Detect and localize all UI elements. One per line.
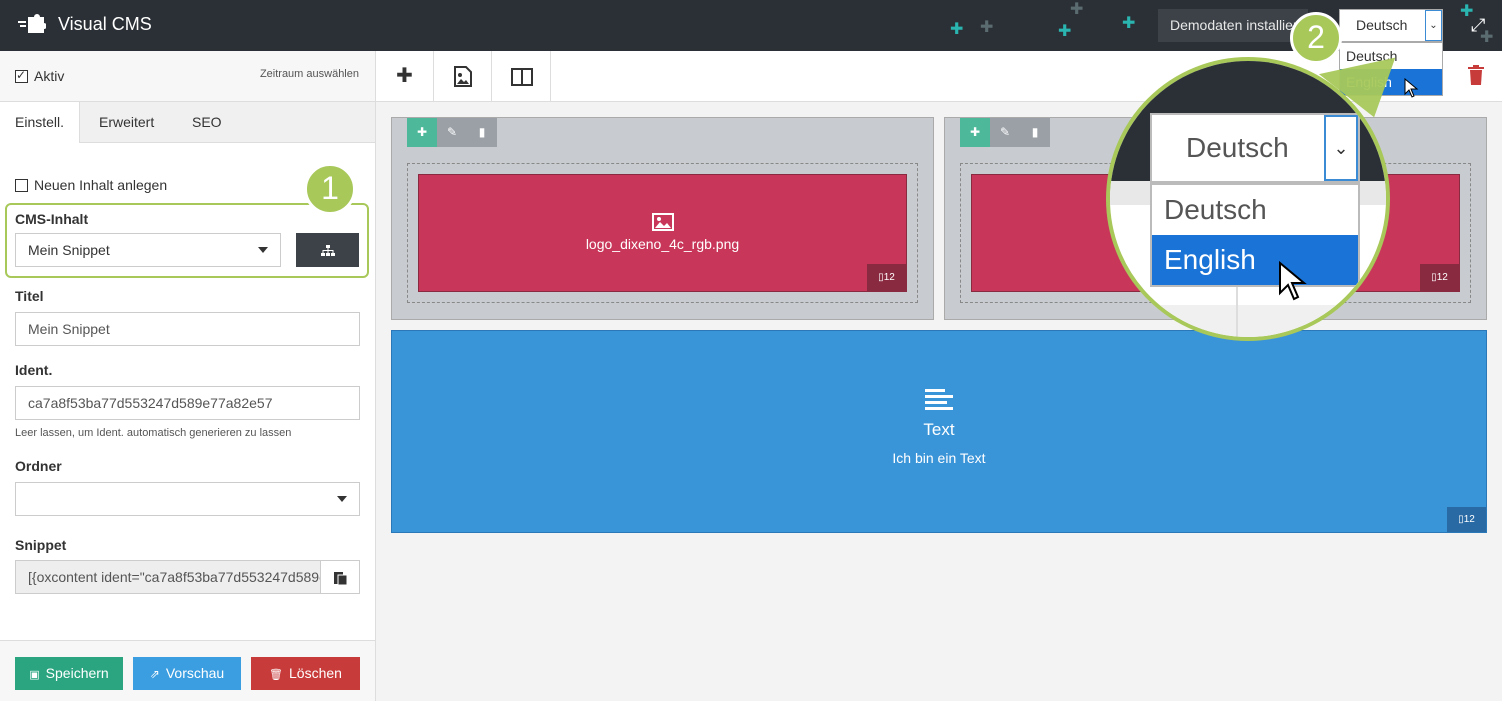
settings-tabs: Einstell. Erweitert SEO	[0, 102, 375, 144]
zoom-lens: Deutsch ⌄ Deutsch English	[1106, 57, 1390, 341]
delete-button[interactable]: 🗑 Löschen	[251, 657, 360, 690]
text-widget-body: Ich bin ein Text	[892, 450, 986, 466]
grid-column[interactable]: ✚ ✎ ▮ logo_dixeno_4c_rgb.png ▯12	[391, 117, 934, 320]
puzzle-decor-icon: ✚	[980, 19, 994, 36]
image-caption: logo_dixeno_4c_rgb.png	[585, 236, 740, 252]
copy-button[interactable]	[320, 560, 360, 594]
column-size-badge[interactable]: ▯12	[867, 264, 906, 291]
image-icon	[651, 213, 674, 231]
language-select-value: Deutsch	[1356, 17, 1408, 33]
zoom-option-english: English	[1152, 235, 1358, 285]
puzzle-decor-icon: ✚	[1070, 1, 1084, 18]
edit-icon[interactable]: ✎	[990, 118, 1020, 147]
text-widget[interactable]: Text Ich bin ein Text ▯12	[391, 330, 1487, 533]
trash-icon[interactable]: ▮	[467, 118, 497, 147]
snippet-input[interactable]: [{oxcontent ident="ca7a8f53ba77d553247d5…	[15, 560, 321, 594]
folder-label: Ordner	[15, 458, 62, 474]
puzzle-decor-icon: ✚	[1122, 15, 1136, 32]
ident-input[interactable]: ca7a8f53ba77d553247d589e77a82e57	[15, 386, 360, 420]
column-size-value: 12	[883, 272, 895, 283]
puzzle-decor-icon: ✚	[1058, 23, 1072, 40]
column-size-badge[interactable]: ▯12	[1447, 507, 1486, 532]
puzzle-logo-icon	[18, 14, 46, 33]
app-title: Visual CMS	[58, 13, 152, 34]
sitemap-icon	[320, 245, 335, 257]
cms-content-value: Mein Snippet	[28, 242, 110, 258]
column-size-value: 12	[1463, 514, 1475, 525]
text-widget-title: Text	[923, 420, 955, 439]
add-columns-button[interactable]	[493, 51, 551, 101]
title-input[interactable]: Mein Snippet	[15, 312, 360, 346]
form-actions: ▣ Speichern ⇗ Vorschau 🗑 Löschen	[0, 640, 375, 701]
active-label: Aktiv	[34, 68, 65, 84]
tab-seo[interactable]: SEO	[177, 102, 237, 143]
zoom-language-value: Deutsch	[1186, 132, 1289, 163]
delete-label: Löschen	[289, 665, 342, 681]
preview-label: Vorschau	[165, 665, 225, 681]
zoom-language-select: Deutsch ⌄	[1150, 113, 1360, 183]
zoom-canvas-bg	[1110, 305, 1386, 337]
align-left-icon	[925, 389, 953, 410]
snippet-label: Snippet	[15, 537, 67, 553]
ident-label: Ident.	[15, 362, 53, 378]
step-marker-2: 2	[1290, 12, 1342, 64]
external-link-icon: ⇗	[149, 667, 160, 681]
edit-icon[interactable]: ✎	[437, 118, 467, 147]
add-widget-button[interactable]: ✚	[376, 51, 434, 101]
column-size-value: 12	[1436, 272, 1448, 283]
zoom-language-list: Deutsch English	[1150, 183, 1360, 287]
add-image-button[interactable]	[434, 51, 492, 101]
tab-advanced[interactable]: Erweitert	[84, 102, 169, 143]
new-content-label: Neuen Inhalt anlegen	[34, 177, 168, 193]
title-label: Titel	[15, 288, 44, 304]
save-label: Speichern	[45, 665, 109, 681]
caret-down-icon	[337, 496, 347, 502]
column-tools: ✚ ✎ ▮	[407, 118, 497, 147]
cursor-pointer-icon	[1279, 261, 1307, 301]
tab-settings[interactable]: Einstell.	[0, 102, 81, 144]
column-size-badge[interactable]: ▯12	[1420, 264, 1459, 291]
save-button[interactable]: ▣ Speichern	[15, 657, 123, 690]
zoom-option-deutsch: Deutsch	[1164, 194, 1267, 225]
new-content-checkbox[interactable]: Neuen Inhalt anlegen	[15, 177, 167, 193]
ident-hint: Leer lassen, um Ident. automatisch gener…	[15, 427, 292, 439]
checkbox-checked-icon[interactable]	[15, 68, 28, 83]
top-bar: Visual CMS ✚ ✚ ✚ ✚ ✚ ✚ ✚ Demodaten insta…	[0, 0, 1502, 51]
cursor-pointer-icon	[1404, 78, 1419, 98]
sitemap-button[interactable]	[296, 233, 359, 267]
column-tools: ✚ ✎ ▮	[960, 118, 1050, 147]
folder-select[interactable]	[15, 482, 360, 516]
active-row: Aktiv Zeitraum auswählen	[0, 51, 375, 102]
floppy-icon: ▣	[29, 669, 40, 681]
columns-icon	[510, 67, 533, 86]
plus-icon: ✚	[396, 65, 413, 87]
clipboard-icon	[333, 572, 347, 586]
brand[interactable]: Visual CMS	[18, 13, 152, 35]
step-marker-1: 1	[304, 163, 356, 215]
settings-form: Neuen Inhalt anlegen CMS-Inhalt Mein Sni…	[0, 143, 375, 640]
preview-button[interactable]: ⇗ Vorschau	[133, 657, 241, 690]
image-widget[interactable]: logo_dixeno_4c_rgb.png ▯12	[418, 174, 907, 292]
cms-content-select[interactable]: Mein Snippet	[15, 233, 281, 267]
plus-icon[interactable]: ✚	[960, 118, 990, 147]
caret-down-icon	[258, 247, 268, 253]
chevron-down-icon[interactable]: ⌄	[1425, 10, 1442, 41]
active-checkbox[interactable]: Aktiv	[15, 68, 64, 84]
trash-icon[interactable]	[1468, 65, 1484, 88]
image-file-icon	[453, 66, 472, 88]
install-demo-button[interactable]: Demodaten installieren	[1158, 9, 1308, 42]
select-period-link[interactable]: Zeitraum auswählen	[260, 68, 359, 80]
checkbox-unchecked-icon[interactable]	[15, 178, 28, 192]
cms-content-label: CMS-Inhalt	[15, 211, 89, 227]
plus-icon[interactable]: ✚	[407, 118, 437, 147]
settings-sidebar: Aktiv Zeitraum auswählen Einstell. Erwei…	[0, 51, 376, 701]
chevron-down-icon: ⌄	[1324, 115, 1358, 181]
puzzle-decor-icon: ✚	[950, 21, 964, 38]
trash-icon[interactable]: ▮	[1020, 118, 1050, 147]
trash-icon: 🗑	[269, 669, 284, 681]
fullscreen-icon[interactable]: ⤢	[1471, 15, 1491, 35]
